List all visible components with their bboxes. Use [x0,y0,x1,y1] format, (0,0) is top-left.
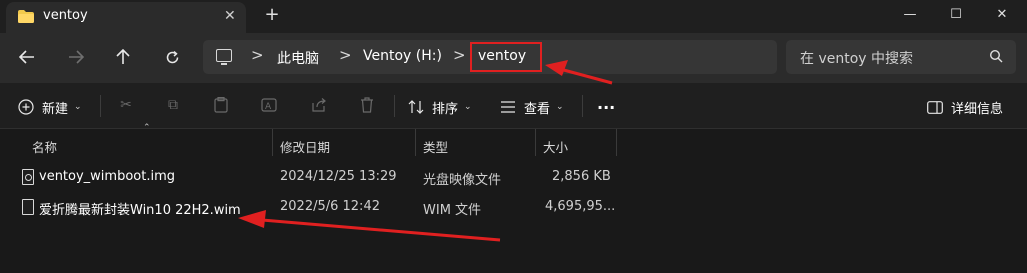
copy-icon[interactable]: ⧉ [164,96,182,114]
column-header-size[interactable]: 大小 [543,137,568,156]
column-divider[interactable] [616,129,617,156]
column-divider[interactable] [535,129,536,156]
tab-title: ventoy [43,8,88,23]
sort-ascending-icon: ⌃ [143,123,151,133]
toolbar-divider [100,95,101,117]
maximize-button[interactable]: ☐ [933,0,979,28]
breadcrumb-separator: > [453,46,466,64]
search-input[interactable]: 在 ventoy 中搜索 [800,48,913,68]
annotation-highlight-box [470,42,542,72]
chevron-down-icon: ⌄ [464,102,472,112]
address-bar[interactable]: > 此电脑 > Ventoy (H:) > ventoy [203,40,777,74]
svg-text:A: A [265,102,272,112]
column-divider[interactable] [272,129,273,156]
file-size: 4,695,95... [545,199,616,214]
file-modified: 2022/5/6 12:42 [280,199,380,214]
file-icon [22,199,34,215]
view-icon [501,101,515,113]
chevron-down-icon: ⌄ [74,102,82,112]
breadcrumb-separator: > [251,46,264,64]
close-window-button[interactable]: ✕ [979,0,1025,28]
breadcrumb-this-pc[interactable]: 此电脑 [277,48,319,68]
refresh-icon[interactable] [159,45,185,69]
details-pane-button[interactable]: 详细信息 [927,97,1003,117]
column-header-name[interactable]: 名称 [32,137,57,156]
back-arrow-icon[interactable] [14,45,40,69]
navigation-bar: > 此电脑 > Ventoy (H:) > ventoy 在 ventoy 中搜… [0,33,1027,83]
forward-arrow-icon[interactable] [63,45,89,69]
breadcrumb-ventoy-drive[interactable]: Ventoy (H:) [363,48,442,64]
paste-icon[interactable] [212,96,230,114]
minimize-button[interactable]: — [887,0,933,28]
file-name: 爱折腾最新封装Win10 22H2.wim [39,203,241,218]
title-bar: ventoy ✕ + — ☐ ✕ [0,0,1027,33]
file-list: ⌃ 名称 修改日期 类型 大小 ventoy_wimboot.img 2024/… [0,123,1027,273]
details-label: 详细信息 [951,101,1004,117]
disc-image-file-icon [22,169,34,185]
search-box[interactable]: 在 ventoy 中搜索 [786,40,1016,74]
details-pane-icon [927,100,943,114]
toolbar-divider [582,95,583,117]
add-icon [18,99,34,115]
computer-icon [216,49,232,65]
file-type: WIM 文件 [423,203,482,218]
cut-icon[interactable]: ✂ [117,96,135,114]
chevron-down-icon: ⌄ [556,102,564,112]
file-modified: 2024/12/25 13:29 [280,169,397,184]
view-button[interactable]: 查看 ⌄ [500,97,564,117]
table-row[interactable]: 爱折腾最新封装Win10 22H2.wim 2022/5/6 12:42 WIM… [0,193,1027,223]
file-name: ventoy_wimboot.img [39,169,175,184]
breadcrumb-separator: > [339,46,352,64]
tab-ventoy[interactable]: ventoy ✕ [6,2,246,33]
delete-icon[interactable] [358,96,376,114]
share-icon[interactable] [310,96,328,114]
table-row[interactable]: ventoy_wimboot.img 2024/12/25 13:29 光盘映像… [0,163,1027,193]
column-header-type[interactable]: 类型 [423,137,448,156]
view-label: 查看 [524,101,551,117]
command-bar: 新建 ⌄ ✂ ⧉ A 排序 ⌄ 查看 ⌄ ··· 详细信息 [0,83,1027,129]
new-button[interactable]: 新建 ⌄ [18,97,82,117]
column-header-modified[interactable]: 修改日期 [280,137,330,156]
search-icon [989,49,1003,63]
sort-icon [408,100,424,114]
sort-button[interactable]: 排序 ⌄ [408,97,472,117]
up-arrow-icon[interactable] [110,45,136,69]
new-label: 新建 [42,101,69,117]
more-options-button[interactable]: ··· [597,97,615,117]
rename-icon[interactable]: A [260,96,278,114]
file-size: 2,856 KB [552,169,611,184]
sort-label: 排序 [432,101,459,117]
toolbar-divider [394,95,395,117]
file-type: 光盘映像文件 [423,173,502,188]
new-tab-button[interactable]: + [262,4,282,25]
column-divider[interactable] [415,129,416,156]
folder-icon [18,10,34,23]
close-icon[interactable]: ✕ [224,8,236,24]
